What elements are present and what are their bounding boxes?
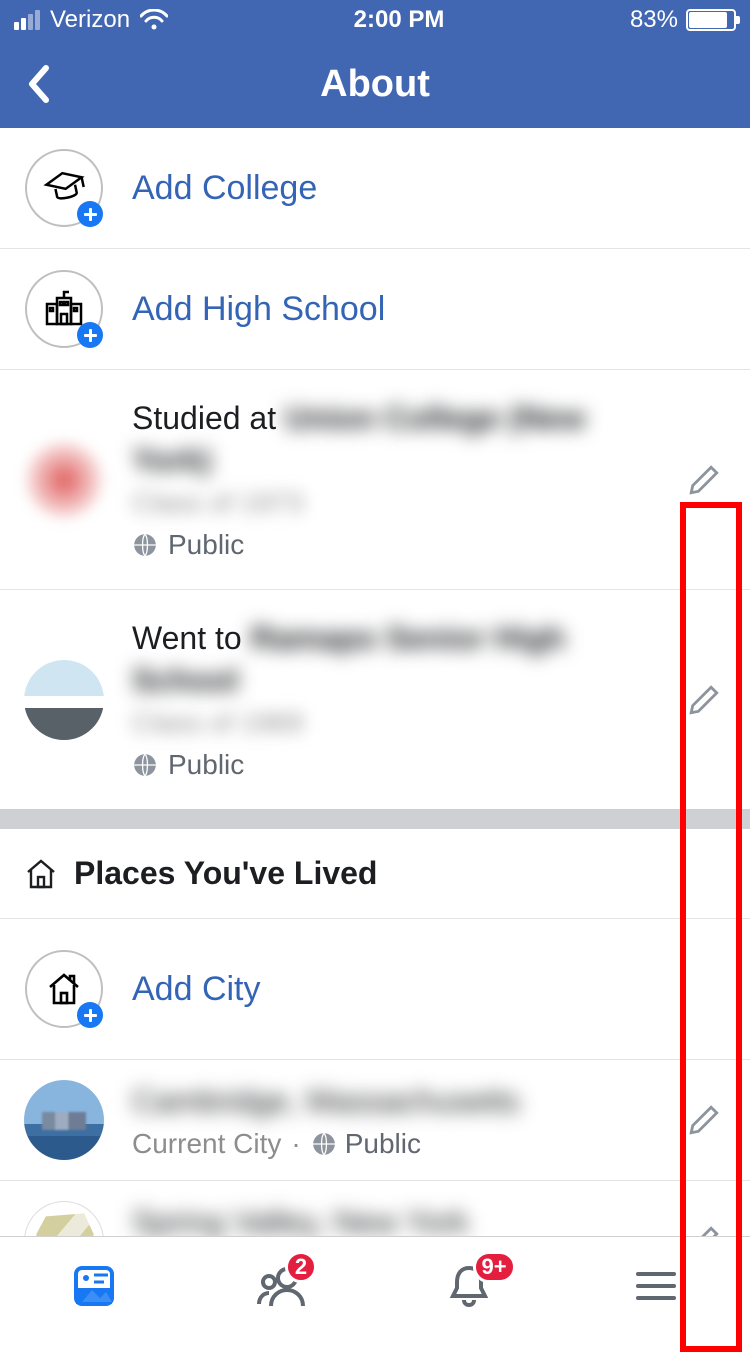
globe-icon	[132, 532, 158, 558]
battery-icon	[686, 9, 736, 31]
places-section-title: Places You've Lived	[74, 855, 377, 892]
hometown-thumb	[24, 1201, 104, 1236]
current-city-name: Cambridge, Massachusetts	[132, 1081, 656, 1123]
globe-icon	[311, 1131, 337, 1157]
pencil-icon	[687, 683, 721, 717]
high-school-privacy: Public	[132, 749, 656, 781]
add-city-icon-circle	[25, 950, 103, 1028]
add-college-icon-circle	[25, 149, 103, 227]
tab-notifications[interactable]: 9+	[375, 1237, 563, 1334]
battery-label: 83%	[630, 6, 678, 34]
back-button[interactable]	[18, 64, 58, 104]
edit-hometown-button[interactable]	[682, 1219, 726, 1236]
add-city-row[interactable]: Add City	[0, 919, 750, 1059]
pencil-icon	[687, 463, 721, 497]
college-title: Studied at Union College (New York)	[132, 398, 656, 481]
add-college-row[interactable]: Add College	[0, 128, 750, 249]
nav-bar: About	[0, 40, 750, 128]
college-class-line: Class of 1973	[132, 487, 656, 519]
high-school-entry-row[interactable]: Went to Ramapo Senior High School Class …	[0, 590, 750, 809]
places-section-header: Places You've Lived	[0, 829, 750, 919]
hometown-row[interactable]: Spring Valley, New York Hometown· Public	[0, 1181, 750, 1236]
tab-bar: 2 9+	[0, 1236, 750, 1334]
signal-icon	[14, 10, 40, 30]
clock-label: 2:00 PM	[354, 6, 445, 34]
wifi-icon	[140, 9, 168, 31]
college-privacy: Public	[132, 529, 656, 561]
globe-icon	[132, 752, 158, 778]
edit-high-school-button[interactable]	[682, 678, 726, 722]
section-divider	[0, 809, 750, 829]
chevron-left-icon	[26, 65, 50, 103]
status-right: 83%	[630, 6, 736, 34]
plus-badge-icon	[77, 1002, 103, 1028]
plus-badge-icon	[77, 201, 103, 227]
add-high-school-row[interactable]: Add High School	[0, 249, 750, 369]
status-left: Verizon	[14, 6, 168, 34]
edit-college-button[interactable]	[682, 458, 726, 502]
college-logo-thumb	[24, 440, 104, 520]
hometown-name: Spring Valley, New York	[132, 1202, 656, 1236]
school-building-icon	[43, 290, 85, 328]
college-entry-row[interactable]: Studied at Union College (New York) Clas…	[0, 369, 750, 590]
house-icon	[24, 858, 58, 890]
tab-newsfeed[interactable]	[0, 1237, 188, 1334]
current-city-thumb	[24, 1080, 104, 1160]
plus-badge-icon	[77, 322, 103, 348]
high-school-title: Went to Ramapo Senior High School	[132, 618, 656, 701]
add-high-school-icon-circle	[25, 270, 103, 348]
house-icon	[44, 971, 84, 1007]
carrier-label: Verizon	[50, 6, 130, 34]
content-area: Add College Add High School	[0, 128, 750, 1236]
status-bar: Verizon 2:00 PM 83%	[0, 0, 750, 40]
friends-badge: 2	[285, 1251, 317, 1283]
graduation-cap-icon	[42, 169, 86, 207]
high-school-thumb	[24, 660, 104, 740]
page-title: About	[320, 63, 430, 106]
edit-current-city-button[interactable]	[682, 1098, 726, 1142]
pencil-icon	[687, 1103, 721, 1137]
add-college-label: Add College	[132, 169, 317, 208]
newsfeed-icon	[70, 1262, 118, 1310]
add-city-label: Add City	[132, 970, 261, 1009]
hamburger-icon	[634, 1270, 678, 1302]
tab-menu[interactable]	[563, 1237, 750, 1334]
notifications-badge: 9+	[473, 1251, 516, 1283]
pencil-icon	[687, 1224, 721, 1236]
current-city-row[interactable]: Cambridge, Massachusetts Current City· P…	[0, 1059, 750, 1181]
tab-friends[interactable]: 2	[188, 1237, 376, 1334]
current-city-sub: Current City· Public	[132, 1128, 656, 1160]
high-school-class-line: Class of 1969	[132, 707, 656, 739]
add-high-school-label: Add High School	[132, 290, 385, 329]
